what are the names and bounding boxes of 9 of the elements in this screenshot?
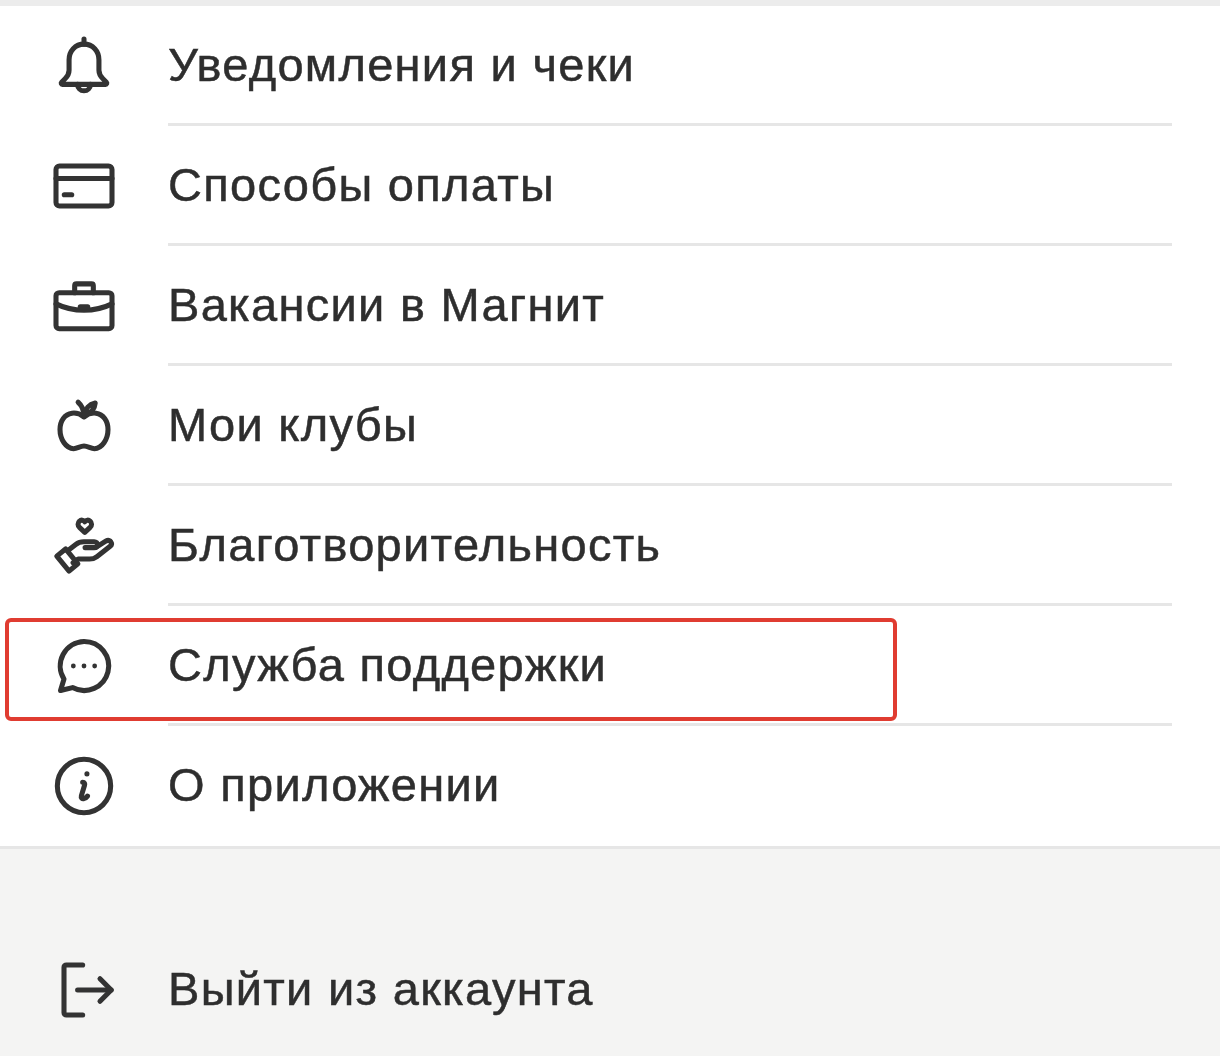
menu-item[interactable]: Благотворительность bbox=[0, 486, 1220, 606]
menu-item[interactable]: Мои клубы bbox=[0, 366, 1220, 486]
menu-item[interactable]: Вакансии в Магнит bbox=[0, 246, 1220, 366]
menu-item[interactable]: О приложении bbox=[0, 726, 1220, 846]
info-icon bbox=[52, 754, 116, 818]
logout-button[interactable]: Выйти из аккаунта bbox=[0, 930, 1220, 1050]
menu-item[interactable]: Способы оплаты bbox=[0, 126, 1220, 246]
menu-item[interactable]: Уведомления и чеки bbox=[0, 6, 1220, 126]
menu-item[interactable]: Служба поддержки bbox=[0, 606, 1220, 726]
